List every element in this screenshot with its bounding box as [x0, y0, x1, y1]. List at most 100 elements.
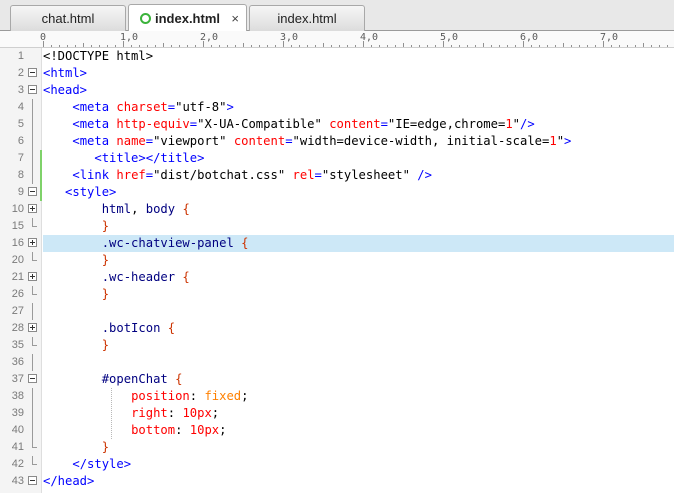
code-token-val: "dist/botchat.css": [153, 168, 293, 182]
code-token-sel: html: [101, 202, 132, 216]
fold-collapse-icon[interactable]: [28, 187, 37, 196]
fold-expand-icon[interactable]: [28, 238, 37, 247]
code-text: <meta http-equiv="X-UA-Compatible" conte…: [43, 116, 674, 133]
code-line[interactable]: 27: [0, 303, 674, 320]
line-number: 1: [17, 50, 24, 62]
code-line[interactable]: 9 <style>: [0, 184, 674, 201]
fold-collapse-icon[interactable]: [28, 68, 37, 77]
code-line[interactable]: 1 <!DOCTYPE html>: [0, 48, 674, 65]
code-token-attr: rel: [292, 168, 315, 182]
ruler-tick: [611, 45, 612, 47]
close-tab-icon[interactable]: ×: [231, 11, 239, 26]
fold-expand-icon[interactable]: [28, 204, 37, 213]
ruler-tick: [51, 45, 52, 47]
code-text: html, body {: [43, 201, 674, 218]
fold-guide: [32, 439, 37, 448]
ruler-tick: [275, 45, 276, 47]
ruler-tick: [59, 45, 60, 47]
code-token-tag: =: [380, 117, 388, 131]
ruler-tick: [195, 45, 196, 47]
code-line[interactable]: 20 }: [0, 252, 674, 269]
code-line[interactable]: 8 <link href="dist/botchat.css" rel="sty…: [0, 167, 674, 184]
fold-expand-icon[interactable]: [28, 323, 37, 332]
code-line[interactable]: 35 }: [0, 337, 674, 354]
code-line[interactable]: 43 </head>: [0, 473, 674, 490]
fold-guide: [32, 167, 33, 184]
line-number: 36: [11, 356, 24, 368]
line-number: 15: [11, 220, 24, 232]
fold-expand-icon[interactable]: [28, 272, 37, 281]
code-line[interactable]: 40 bottom: 10px;: [0, 422, 674, 439]
ruler-tick: [243, 43, 244, 47]
ruler-tick: [563, 43, 564, 47]
code-line[interactable]: 37 #openChat {: [0, 371, 674, 388]
code-token-val: "stylesheet": [321, 168, 418, 182]
code-line[interactable]: 15 }: [0, 218, 674, 235]
code-line[interactable]: 6 <meta name="viewport" content="width=d…: [0, 133, 674, 150]
code-line[interactable]: 2 <html>: [0, 65, 674, 82]
code-line[interactable]: 42 </style>: [0, 456, 674, 473]
fold-guide: [32, 354, 33, 371]
code-token-sel: .wc-header: [101, 270, 176, 284]
ruler-tick: [107, 45, 108, 47]
code-token-sel: #openChat: [101, 372, 168, 386]
ruler-tick: [339, 45, 340, 47]
code-line[interactable]: 41 }: [0, 439, 674, 456]
code-line[interactable]: 4 <meta charset="utf-8">: [0, 99, 674, 116]
tab-bar: chat.html index.html × index.html: [0, 0, 674, 32]
code-line[interactable]: 28 .botIcon {: [0, 320, 674, 337]
ruler-tick: [379, 45, 380, 47]
code-token-plain: ;: [241, 389, 249, 403]
ruler-tick: [331, 45, 332, 47]
ruler-tick: [467, 45, 468, 47]
ruler-label: 6,0: [520, 32, 539, 43]
ruler-label: 5,0: [440, 32, 459, 43]
code-token-tag: =: [145, 168, 154, 182]
line-number: 41: [11, 441, 24, 453]
ruler-tick: [179, 45, 180, 47]
code-token-brace: }: [101, 219, 110, 233]
ruler-tick: [371, 45, 372, 47]
fold-collapse-icon[interactable]: [28, 476, 37, 485]
code-line[interactable]: 26 }: [0, 286, 674, 303]
ruler-tick: [139, 45, 140, 47]
code-text: </head>: [43, 473, 674, 490]
code-token-val: "viewport": [153, 134, 234, 148]
ruler-tick: [155, 45, 156, 47]
code-token-tag: <title></title>: [94, 151, 205, 165]
tab-index-html-active[interactable]: index.html ×: [128, 4, 247, 32]
code-line[interactable]: 5 <meta http-equiv="X-UA-Compatible" con…: [0, 116, 674, 133]
tab-chat-html[interactable]: chat.html: [10, 5, 126, 31]
code-line[interactable]: 16 .wc-chatview-panel {: [0, 235, 674, 252]
code-token-attr: name: [116, 134, 146, 148]
code-text: }: [43, 252, 674, 269]
code-line[interactable]: 36: [0, 354, 674, 371]
ruler-tick: [539, 45, 540, 47]
code-line[interactable]: 7 <title></title>: [0, 150, 674, 167]
ruler-tick: [187, 45, 188, 47]
ruler-tick: [219, 45, 220, 47]
code-text: }: [43, 439, 674, 456]
fold-collapse-icon[interactable]: [28, 85, 37, 94]
code-line[interactable]: 10 html, body {: [0, 201, 674, 218]
ruler-tick: [507, 45, 508, 47]
ruler-tick: [163, 43, 164, 47]
code-line[interactable]: 38 position: fixed;: [0, 388, 674, 405]
code-token-tag: <head>: [43, 83, 88, 97]
code-line[interactable]: 39 right: 10px;: [0, 405, 674, 422]
code-line[interactable]: 3 <head>: [0, 82, 674, 99]
ruler-tick: [659, 45, 660, 47]
line-number: 37: [11, 373, 24, 385]
line-number: 3: [17, 84, 24, 96]
ruler-tick: [131, 45, 132, 47]
ruler-tick: [315, 45, 316, 47]
code-line[interactable]: 21 .wc-header {: [0, 269, 674, 286]
code-text: .wc-chatview-panel {: [43, 235, 674, 252]
tab-index-html[interactable]: index.html: [249, 5, 365, 31]
fold-collapse-icon[interactable]: [28, 374, 37, 383]
ruler-tick: [643, 43, 644, 47]
